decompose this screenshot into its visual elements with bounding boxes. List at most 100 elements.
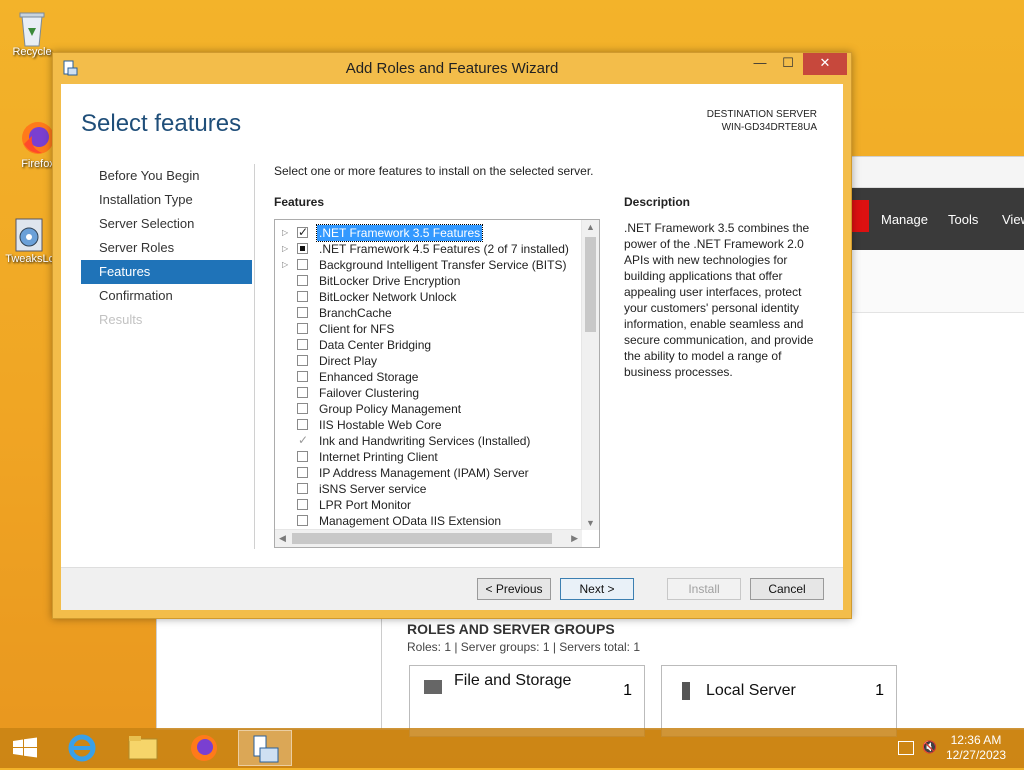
feature-label[interactable]: Background Intelligent Transfer Service …	[317, 257, 568, 273]
feature-checkbox[interactable]	[297, 291, 308, 302]
feature-checkbox[interactable]	[297, 355, 308, 366]
tile-local-server[interactable]: Local Server 1	[661, 665, 897, 737]
wizard-content: Select features DESTINATION SERVER WIN-G…	[61, 84, 843, 610]
firefox-icon	[20, 120, 56, 156]
nav-server-selection[interactable]: Server Selection	[81, 212, 252, 236]
menu-manage[interactable]: Manage	[881, 212, 928, 227]
feature-label[interactable]: BranchCache	[317, 305, 394, 321]
destination-value: WIN-GD34DRTE8UA	[721, 122, 817, 133]
menu-tools[interactable]: Tools	[948, 212, 978, 227]
feature-checkbox[interactable]	[297, 224, 308, 240]
cancel-button[interactable]: Cancel	[750, 578, 824, 600]
scroll-left-arrow-icon[interactable]: ◀	[279, 533, 286, 544]
feature-checkbox[interactable]	[297, 467, 308, 478]
taskbar: 🔇 12:36 AM 12/27/2023	[0, 728, 1024, 768]
feature-label[interactable]: .NET Framework 3.5 Features	[315, 224, 484, 242]
feature-label[interactable]: BitLocker Network Unlock	[317, 289, 458, 305]
taskbar-internet-explorer[interactable]	[55, 730, 109, 766]
next-button[interactable]: Next >	[560, 578, 634, 600]
expand-arrow-icon[interactable]: ▷	[282, 257, 290, 273]
feature-checkbox[interactable]	[297, 243, 308, 254]
instruction-text: Select one or more features to install o…	[274, 164, 594, 178]
feature-checkbox[interactable]	[297, 323, 308, 334]
feature-label[interactable]: Management OData IIS Extension	[317, 513, 503, 529]
hscroll-thumb[interactable]	[292, 533, 552, 544]
feature-checkbox[interactable]	[297, 259, 308, 270]
minimize-button[interactable]: —	[747, 53, 773, 75]
feature-checkbox[interactable]	[297, 451, 308, 462]
close-button[interactable]: ✕	[803, 53, 847, 75]
menu-view[interactable]: View	[1002, 212, 1024, 227]
system-clock[interactable]: 12:36 AM 12/27/2023	[946, 733, 1006, 763]
server-icon	[682, 682, 690, 700]
feature-label[interactable]: Internet Printing Client	[317, 449, 440, 465]
destination-server: DESTINATION SERVER WIN-GD34DRTE8UA	[707, 108, 817, 134]
nav-features[interactable]: Features	[81, 260, 252, 284]
tile-title: File and Storage	[454, 672, 572, 689]
clock-date: 12/27/2023	[945, 748, 1006, 762]
feature-checkbox[interactable]	[297, 483, 308, 494]
feature-label[interactable]: Group Policy Management	[317, 401, 463, 417]
page-title: Select features	[81, 110, 242, 137]
nav-results: Results	[99, 312, 143, 327]
features-heading: Features	[274, 195, 325, 209]
feature-checkbox[interactable]	[297, 403, 308, 414]
nav-confirmation[interactable]: Confirmation	[81, 284, 252, 308]
server-manager-icon	[253, 735, 279, 763]
features-tree[interactable]: ▷ .NET Framework 3.5 Features ▷ .NET Framew…	[274, 219, 600, 548]
feature-label[interactable]: .NET Framework 4.5 Features (2 of 7 inst…	[317, 241, 571, 257]
nav-before-you-begin[interactable]: Before You Begin	[81, 164, 252, 188]
speaker-muted-icon[interactable]: 🔇	[922, 740, 937, 754]
scroll-up-arrow-icon[interactable]: ▲	[586, 222, 595, 232]
feature-label[interactable]: IP Address Management (IPAM) Server	[317, 465, 531, 481]
feature-checkbox	[297, 432, 308, 448]
expand-arrow-icon[interactable]: ▷	[282, 241, 290, 257]
horizontal-scrollbar[interactable]: ◀ ▶	[275, 529, 582, 547]
folder-icon	[424, 680, 442, 694]
feature-checkbox[interactable]	[297, 275, 308, 286]
wizard-titlebar[interactable]: Add Roles and Features Wizard — ☐ ✕	[53, 53, 851, 83]
feature-label[interactable]: Direct Play	[317, 353, 379, 369]
expand-arrow-icon[interactable]: ▷	[282, 225, 290, 241]
taskbar-server-manager[interactable]	[238, 730, 292, 766]
taskbar-file-explorer[interactable]	[116, 730, 170, 766]
tile-title: Local Server	[706, 682, 796, 699]
feature-checkbox[interactable]	[297, 307, 308, 318]
description-heading: Description	[624, 195, 691, 209]
scroll-down-arrow-icon[interactable]: ▼	[586, 518, 595, 528]
clock-time: 12:36 AM	[950, 733, 1002, 747]
feature-checkbox[interactable]	[297, 419, 308, 430]
roles-section-title: ROLES AND SERVER GROUPS	[407, 621, 615, 637]
previous-button[interactable]: < Previous	[477, 578, 551, 600]
feature-checkbox[interactable]	[297, 339, 308, 350]
folder-icon	[128, 736, 158, 760]
feature-label[interactable]: Data Center Bridging	[317, 337, 433, 353]
nav-installation-type[interactable]: Installation Type	[81, 188, 252, 212]
desktop-icon-tweaks[interactable]: TweaksLo	[0, 215, 60, 265]
taskbar-firefox[interactable]	[177, 730, 231, 766]
scroll-right-arrow-icon[interactable]: ▶	[571, 533, 578, 544]
feature-label[interactable]: Client for NFS	[317, 321, 396, 337]
start-button[interactable]	[0, 730, 50, 766]
feature-label[interactable]: Enhanced Storage	[317, 369, 420, 385]
feature-checkbox[interactable]	[297, 371, 308, 382]
tile-file-storage[interactable]: File and Storage 1	[409, 665, 645, 737]
feature-checkbox[interactable]	[297, 387, 308, 398]
destination-label: DESTINATION SERVER	[706, 109, 817, 120]
vertical-scrollbar[interactable]: ▲ ▼	[581, 220, 599, 530]
feature-checkbox[interactable]	[297, 515, 308, 526]
feature-label[interactable]: BitLocker Drive Encryption	[317, 273, 462, 289]
feature-label[interactable]: Ink and Handwriting Services (Installed)	[317, 433, 532, 449]
feature-label[interactable]: Failover Clustering	[317, 385, 421, 401]
feature-label[interactable]: LPR Port Monitor	[317, 497, 413, 513]
roles-section-summary: Roles: 1 | Server groups: 1 | Servers to…	[407, 640, 641, 654]
feature-checkbox[interactable]	[297, 499, 308, 510]
maximize-button[interactable]: ☐	[775, 53, 801, 75]
feature-label[interactable]: IIS Hostable Web Core	[317, 417, 444, 433]
firefox-icon	[191, 735, 217, 761]
nav-server-roles[interactable]: Server Roles	[81, 236, 252, 260]
feature-label[interactable]: iSNS Server service	[317, 481, 428, 497]
scroll-thumb[interactable]	[585, 237, 596, 332]
desktop-icon-recycle-bin[interactable]: Recycle	[2, 8, 62, 58]
network-icon[interactable]	[898, 741, 914, 755]
